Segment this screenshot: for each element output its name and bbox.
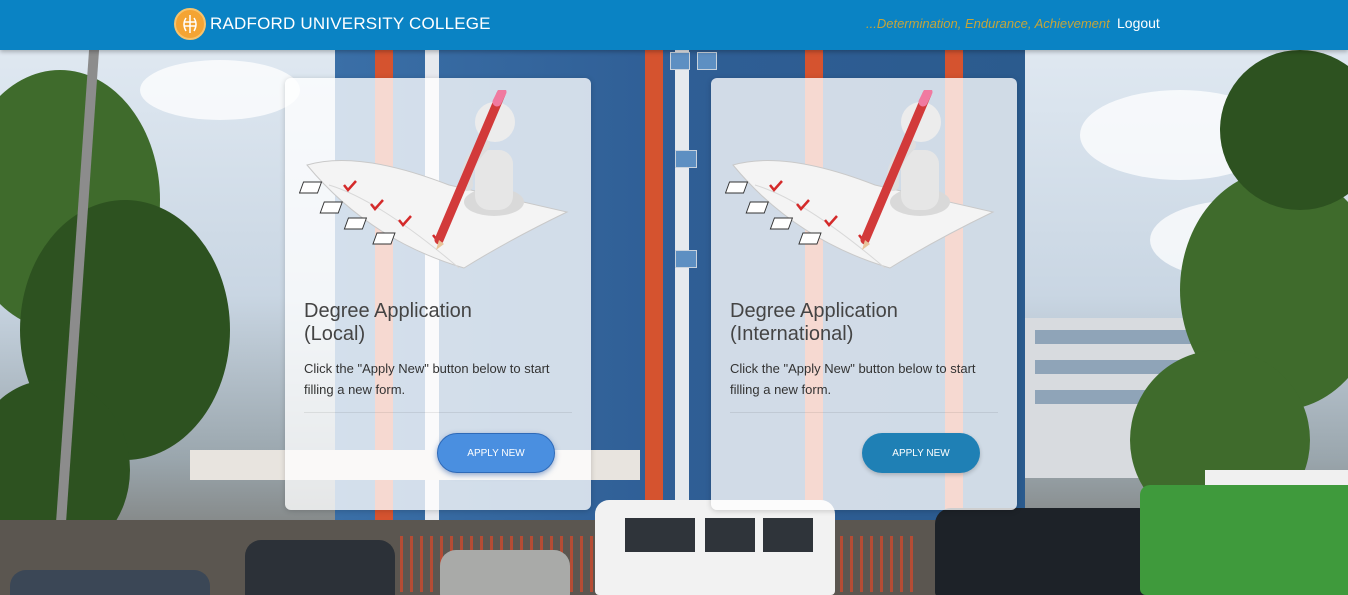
checklist-pencil-icon	[725, 90, 995, 269]
logout-link[interactable]: Logout	[1117, 15, 1160, 31]
apply-new-international-button[interactable]: APPLY NEW	[862, 433, 980, 473]
campus-background-image	[0, 50, 1348, 595]
card-description: Click the "Apply New" button below to st…	[304, 361, 550, 397]
brand-name: RADFORD UNIVERSITY COLLEGE	[210, 14, 491, 33]
brand-link[interactable]: RADFORD UNIVERSITY COLLEGE	[174, 8, 491, 40]
degree-application-international-card: Degree Application (International) Click…	[711, 78, 1017, 510]
degree-application-local-card: Degree Application (Local) Click the "Ap…	[285, 78, 591, 510]
checklist-pencil-icon	[299, 90, 569, 269]
divider	[730, 412, 998, 413]
card-description: Click the "Apply New" button below to st…	[730, 361, 976, 397]
card-title: Degree Application (Local)	[304, 300, 472, 345]
top-navbar: RADFORD UNIVERSITY COLLEGE ...Determinat…	[0, 0, 1348, 50]
apply-new-local-button[interactable]: APPLY NEW	[437, 433, 555, 473]
university-logo-icon	[174, 8, 206, 40]
card-title: Degree Application (International)	[730, 300, 898, 345]
divider	[304, 412, 572, 413]
motto-text: ...Determination, Endurance, Achievement	[866, 16, 1110, 31]
